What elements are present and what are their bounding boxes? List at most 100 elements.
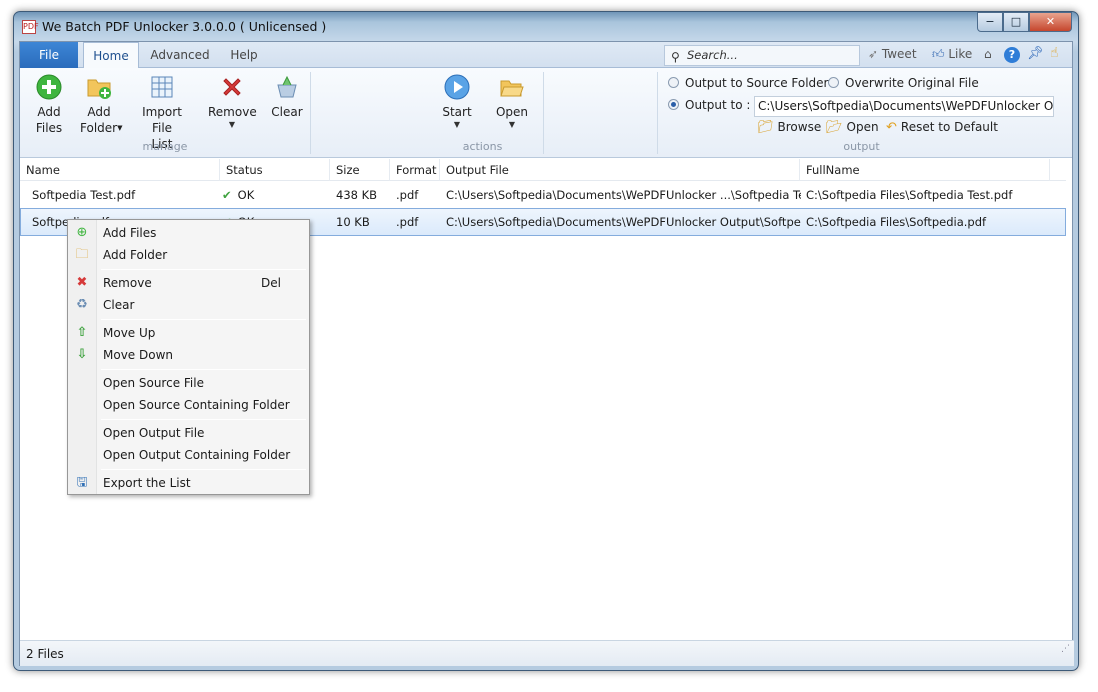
output-path-field[interactable]: C:\Users\Softpedia\Documents\WePDFUnlock… bbox=[754, 96, 1054, 117]
tab-advanced[interactable]: Advanced bbox=[145, 42, 215, 68]
menu-label: Add Folder bbox=[103, 248, 168, 262]
column-format[interactable]: Format bbox=[390, 159, 440, 181]
menu-item-open-output-file[interactable]: Open Output File bbox=[68, 422, 309, 444]
menu-label: Open Source Containing Folder bbox=[103, 398, 290, 412]
group-output-label: output bbox=[843, 140, 880, 153]
chevron-down-icon: ▼ bbox=[453, 120, 461, 129]
add-files-button[interactable]: Add Files bbox=[32, 74, 66, 136]
group-actions-label: actions bbox=[462, 140, 503, 153]
open-folder-icon bbox=[500, 80, 524, 97]
open-label: Open bbox=[495, 105, 529, 119]
help-icon[interactable]: ? bbox=[1004, 47, 1020, 63]
menu-item-clear[interactable]: ♻ Clear bbox=[68, 294, 309, 316]
cell-format: .pdf bbox=[396, 188, 419, 202]
play-icon bbox=[444, 74, 470, 100]
hand-pointer-icon[interactable]: ☝ bbox=[1050, 45, 1059, 61]
minimize-button[interactable]: − bbox=[977, 12, 1003, 32]
twitter-bird-icon: ➶ bbox=[868, 47, 879, 61]
output-to-source-label: Output to Source Folder bbox=[685, 76, 829, 90]
menu-label: Move Up bbox=[103, 326, 156, 340]
add-files-label-2: Files bbox=[35, 121, 63, 135]
pdf-app-icon: PDF bbox=[22, 20, 39, 34]
menu-shortcut: Del bbox=[261, 276, 281, 290]
menu-item-add-folder[interactable]: 🗀 Add Folder bbox=[68, 244, 309, 266]
status-bar: 2 Files ⋰ bbox=[20, 640, 1074, 666]
menu-item-open-output-folder[interactable]: Open Output Containing Folder bbox=[68, 444, 309, 466]
menu-separator bbox=[101, 269, 306, 270]
cell-format: .pdf bbox=[396, 215, 419, 229]
chevron-down-icon: ▼ bbox=[228, 120, 236, 129]
group-manage-label: manage bbox=[142, 140, 188, 153]
search-input[interactable]: ⚲ Search... bbox=[664, 45, 860, 66]
menu-item-open-source-folder[interactable]: Open Source Containing Folder bbox=[68, 394, 309, 416]
menu-label: Clear bbox=[103, 298, 135, 312]
window-title: We Batch PDF Unlocker 3.0.0.0 ( Unlicens… bbox=[42, 19, 327, 34]
start-button[interactable]: Start ▼ bbox=[440, 74, 474, 130]
menu-item-move-down[interactable]: ⇩ Move Down bbox=[68, 344, 309, 366]
export-disk-icon: 🖫 bbox=[76, 475, 88, 490]
checkmark-icon: ✔ bbox=[222, 188, 232, 202]
radio-dot bbox=[668, 77, 679, 88]
close-button[interactable]: ✕ bbox=[1029, 12, 1072, 32]
cell-status: ✔ OK bbox=[222, 182, 322, 208]
file-count: 2 Files bbox=[26, 647, 64, 661]
resize-grip-icon[interactable]: ⋰ bbox=[1061, 636, 1070, 662]
cell-size: 10 KB bbox=[336, 215, 370, 229]
menu-item-open-source-file[interactable]: Open Source File bbox=[68, 372, 309, 394]
like-label: Like bbox=[948, 47, 973, 61]
overwrite-original-radio[interactable]: Overwrite Original File bbox=[828, 76, 979, 90]
basket-clear-icon bbox=[277, 75, 297, 98]
output-to-radio[interactable]: Output to : bbox=[668, 98, 750, 112]
menu-separator bbox=[101, 469, 306, 470]
tab-file[interactable]: File bbox=[20, 42, 78, 68]
collapse-ribbon-icon[interactable]: ⌂ bbox=[984, 47, 992, 61]
open-button[interactable]: Open ▼ bbox=[494, 74, 530, 130]
pin-icon[interactable]: 📌︎ bbox=[1027, 46, 1044, 61]
reset-default-button[interactable]: ↶ Reset to Default bbox=[886, 120, 998, 135]
maximize-button[interactable]: □ bbox=[1003, 12, 1029, 32]
ribbon-tab-bar: File Home Advanced Help ⚲ Search... ➶ Tw… bbox=[20, 42, 1072, 69]
red-x-icon: ✖ bbox=[76, 275, 88, 290]
radio-dot-selected bbox=[668, 99, 679, 110]
cell-output: C:\Users\Softpedia\Documents\WePDFUnlock… bbox=[446, 188, 801, 202]
menu-label: Open Output File bbox=[103, 426, 205, 440]
title-bar[interactable]: PDF We Batch PDF Unlocker 3.0.0.0 ( Unli… bbox=[14, 12, 1078, 42]
menu-label: Move Down bbox=[103, 348, 173, 362]
clear-button[interactable]: Clear bbox=[270, 74, 304, 120]
tweet-label: Tweet bbox=[881, 47, 917, 61]
ribbon-home: Add Files Add Folder▼ Import File List R… bbox=[20, 68, 1072, 158]
chevron-down-icon: ▼ bbox=[508, 120, 516, 129]
column-status[interactable]: Status bbox=[220, 159, 330, 181]
cell-output: C:\Users\Softpedia\Documents\WePDFUnlock… bbox=[446, 215, 801, 229]
menu-label: Remove bbox=[103, 276, 152, 290]
menu-item-move-up[interactable]: ⇧ Move Up bbox=[68, 322, 309, 344]
folder-add-icon bbox=[87, 79, 111, 99]
arrow-down-icon: ⇩ bbox=[76, 347, 88, 362]
tweet-button[interactable]: ➶ Tweet bbox=[868, 47, 917, 61]
column-size[interactable]: Size bbox=[330, 159, 390, 181]
reset-default-label: Reset to Default bbox=[900, 120, 998, 134]
menu-item-remove[interactable]: ✖ Remove Del bbox=[68, 272, 309, 294]
open-folder-icon: 📂︎ bbox=[826, 120, 843, 135]
column-output-file[interactable]: Output File bbox=[440, 159, 800, 181]
remove-button[interactable]: Remove ▼ bbox=[208, 74, 257, 130]
file-list-header: Name Status Size Format Output File Full… bbox=[20, 159, 1066, 181]
tab-help[interactable]: Help bbox=[223, 42, 265, 68]
tab-home[interactable]: Home bbox=[83, 42, 139, 69]
column-name[interactable]: Name bbox=[20, 159, 220, 181]
table-row[interactable]: Softpedia Test.pdf ✔ OK 438 KB .pdf C:\Us… bbox=[20, 182, 1066, 208]
add-plus-icon bbox=[36, 74, 62, 100]
arrow-up-icon: ⇧ bbox=[76, 325, 88, 340]
open-output-button[interactable]: 📂︎ Open bbox=[826, 120, 879, 135]
clear-label: Clear bbox=[271, 105, 303, 119]
add-folder-button[interactable]: Add Folder▼ bbox=[80, 74, 122, 136]
like-button[interactable]: 👍︎ Like bbox=[932, 47, 972, 62]
search-icon: ⚲ bbox=[671, 50, 680, 64]
column-fullname[interactable]: FullName bbox=[800, 159, 1050, 181]
overwrite-original-label: Overwrite Original File bbox=[845, 76, 979, 90]
output-to-source-radio[interactable]: Output to Source Folder bbox=[668, 76, 828, 90]
red-x-icon bbox=[223, 78, 241, 96]
menu-item-add-files[interactable]: ⊕ Add Files bbox=[68, 222, 309, 244]
menu-item-export-list[interactable]: 🖫 Export the List bbox=[68, 472, 309, 494]
browse-button[interactable]: 📁︎ Browse bbox=[757, 120, 821, 135]
